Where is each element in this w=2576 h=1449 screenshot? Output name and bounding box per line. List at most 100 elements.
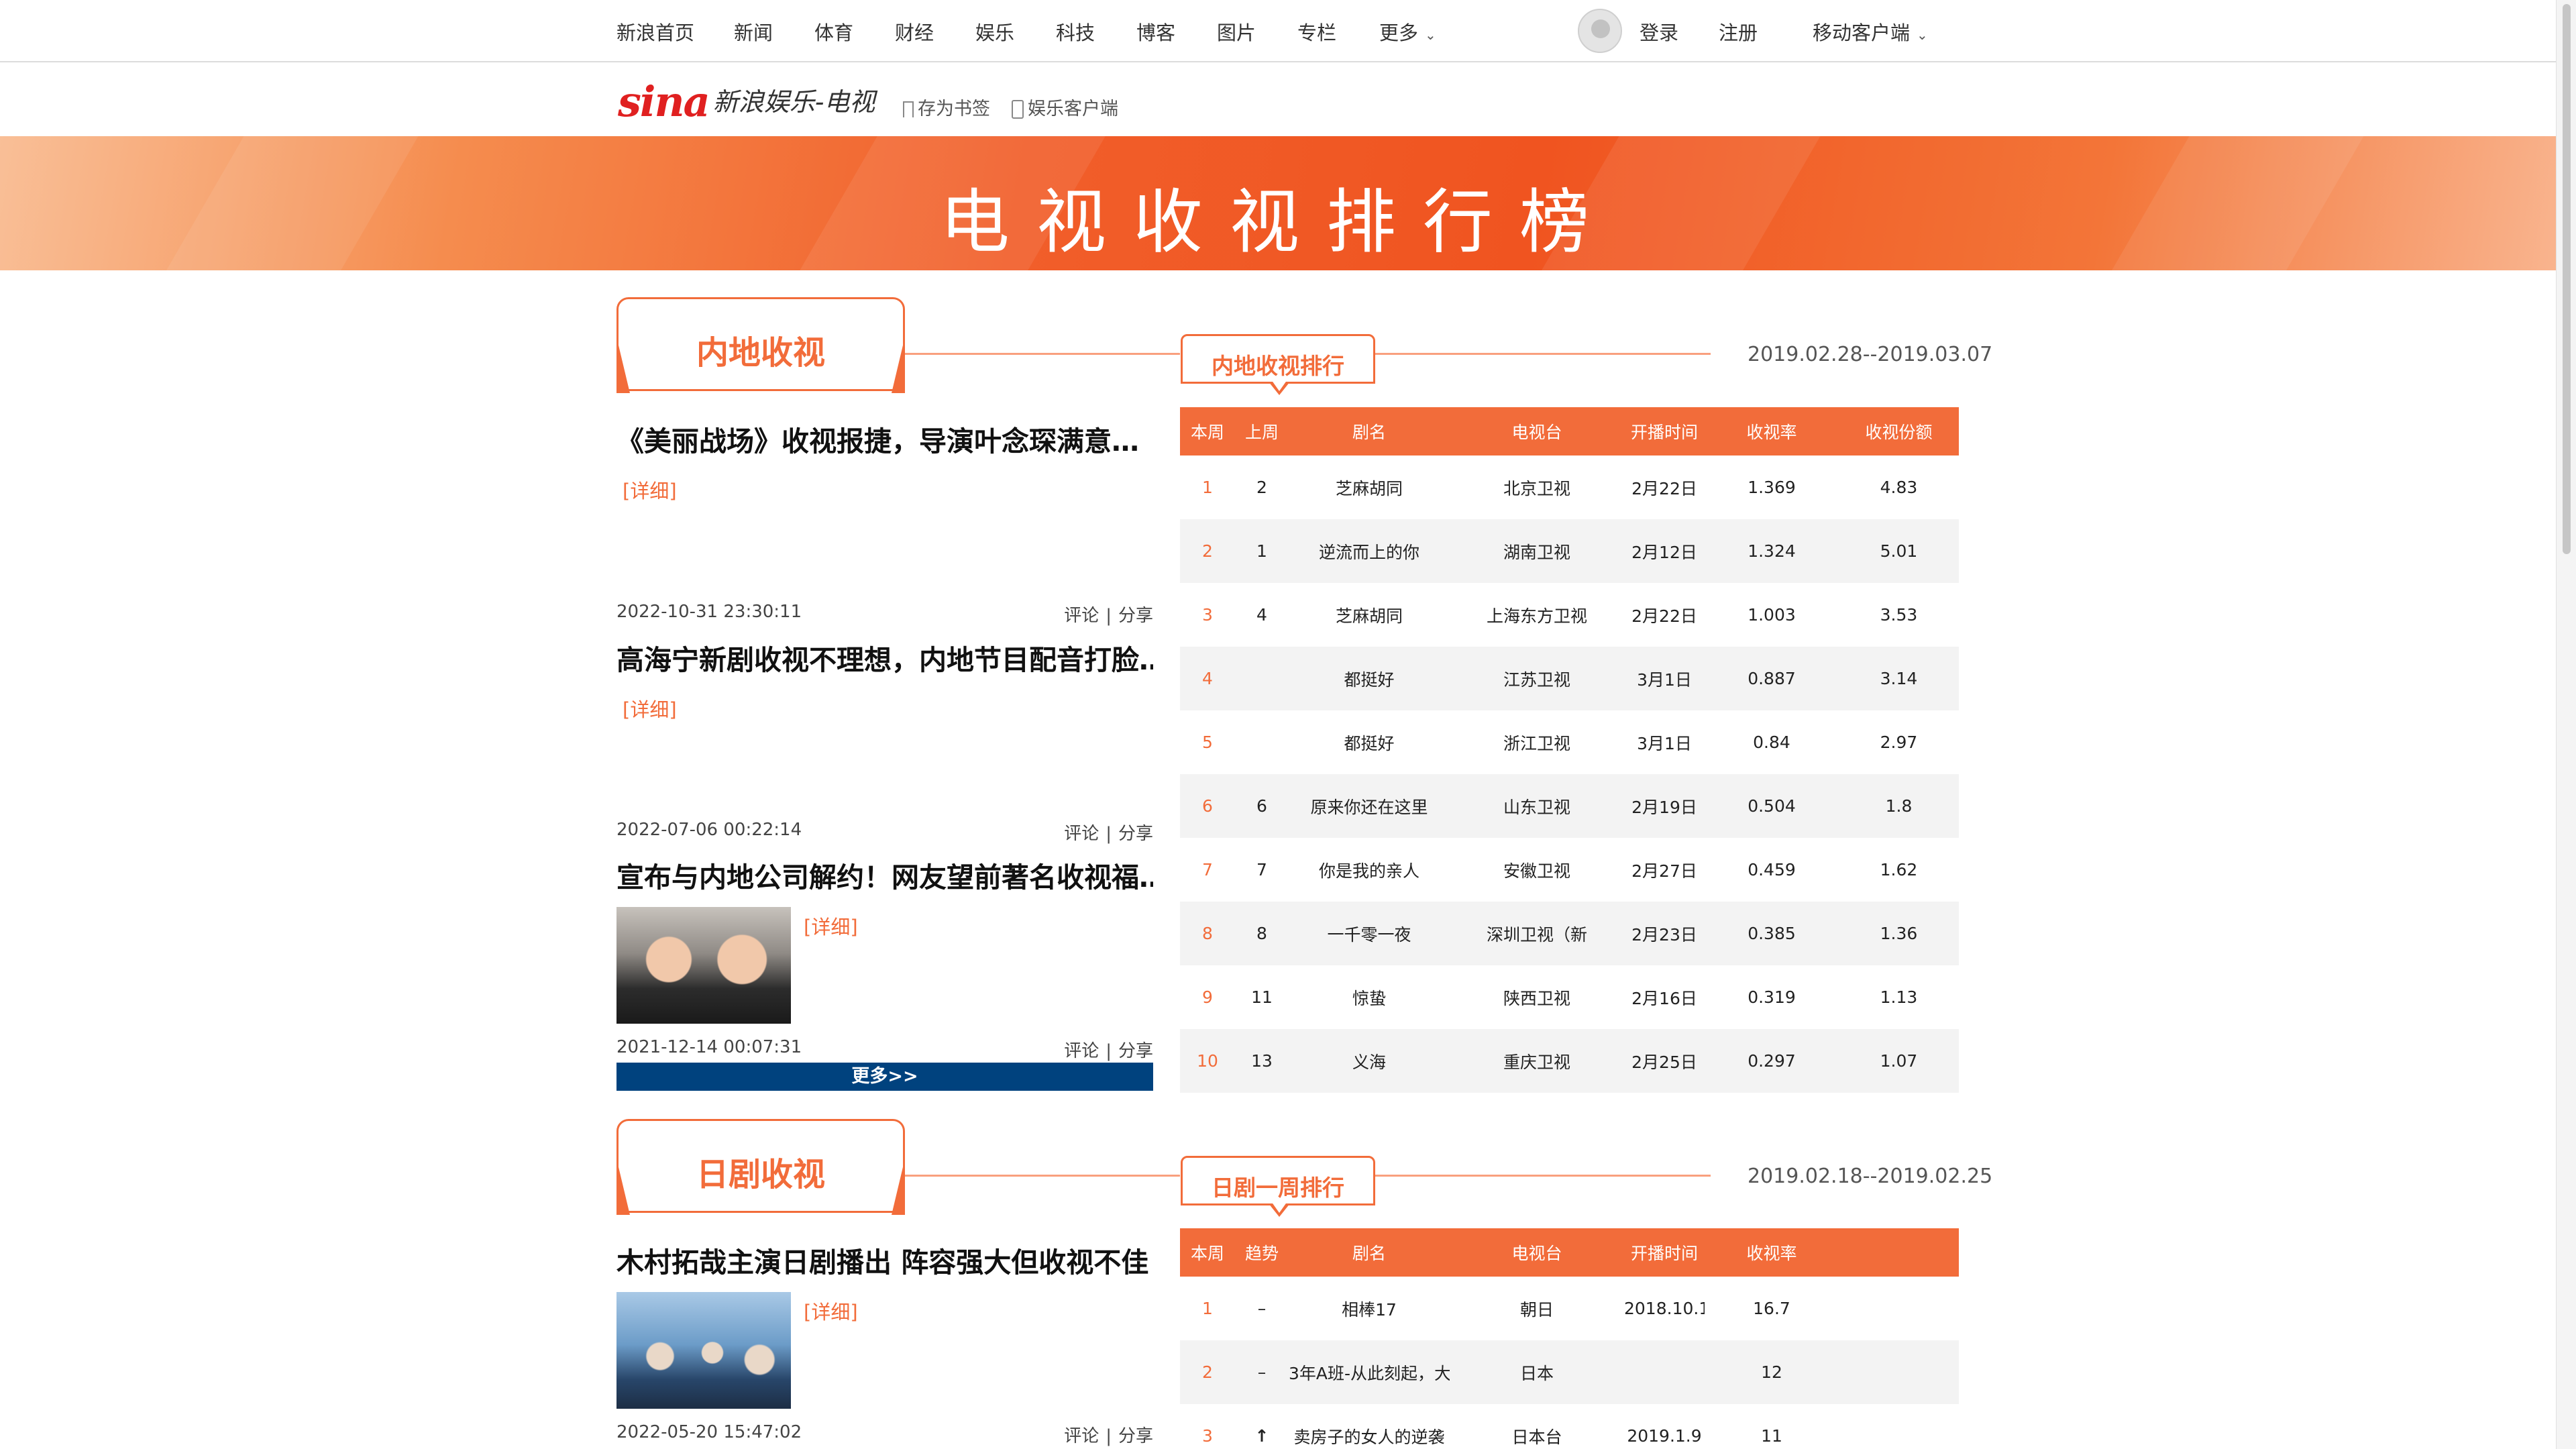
nav-ent[interactable]: 娱乐: [975, 17, 1014, 46]
cell-channel: 日本: [1450, 1340, 1624, 1404]
cell-share: 1.13: [1880, 987, 1918, 1007]
cell-share: 1.8: [1839, 774, 1959, 838]
news-thumbnail[interactable]: [616, 1292, 791, 1409]
table-row: 3 4 芝麻胡同 上海东方卫视 2月22日 1.003 3.53: [1180, 583, 1959, 647]
cell-rank: 4: [1180, 647, 1235, 710]
sina-logo[interactable]: sina 新浪娱乐-电视: [618, 77, 875, 126]
cell-start: 2月19日: [1624, 774, 1705, 838]
nav-blog[interactable]: 博客: [1136, 17, 1175, 46]
cell-channel: 重庆卫视: [1450, 1029, 1624, 1093]
nav-sports[interactable]: 体育: [814, 17, 853, 46]
comment-link[interactable]: 评论: [1064, 1426, 1099, 1446]
cell-last-week: 13: [1235, 1029, 1289, 1093]
cell-last-week: 4: [1256, 605, 1267, 625]
nav-column[interactable]: 专栏: [1297, 17, 1336, 46]
cell-last-week: 11: [1251, 987, 1273, 1007]
cell-show[interactable]: 都挺好: [1289, 710, 1450, 774]
news-title[interactable]: 《美丽战场》收视报捷，导演叶念琛满意…: [616, 419, 1153, 459]
cell-channel: 北京卫视: [1503, 478, 1570, 498]
news-time: 2022-05-20 15:47:02: [616, 1422, 802, 1442]
ent-client-label: 娱乐客户端: [1028, 99, 1118, 119]
nav-photo[interactable]: 图片: [1217, 17, 1256, 46]
more-button[interactable]: 更多>>: [616, 1063, 1153, 1091]
cell-show[interactable]: 芝麻胡同: [1289, 583, 1450, 647]
cell-start: [1624, 1340, 1705, 1404]
rank-tab-japan[interactable]: 日剧一周排行: [1181, 1156, 1375, 1217]
cell-channel: 陕西卫视: [1503, 988, 1570, 1008]
comment-link[interactable]: 评论: [1064, 1041, 1099, 1061]
cell-start: 2月22日: [1631, 478, 1697, 498]
cell-rating: 16.7: [1753, 1299, 1790, 1318]
scrollbar-thumb[interactable]: [2563, 4, 2571, 554]
cell-start: 2月22日: [1631, 606, 1697, 626]
bookmark-link[interactable]: 存为书签: [903, 94, 990, 120]
comment-link[interactable]: 评论: [1064, 824, 1099, 844]
cell-rating: 0.887: [1705, 647, 1839, 710]
cell-show[interactable]: 相棒17: [1289, 1277, 1450, 1340]
rank-tab-mainland[interactable]: 内地收视排行: [1181, 334, 1375, 395]
cell-share: 3.53: [1880, 605, 1918, 625]
cell-show[interactable]: 3年A班-从此刻起，大家…: [1289, 1340, 1450, 1404]
cell-show[interactable]: 卖房子的女人的逆袭: [1289, 1404, 1450, 1449]
col-header: 趋势: [1235, 1228, 1289, 1277]
share-link[interactable]: 分享: [1118, 1041, 1153, 1061]
cell-rating: 12: [1705, 1340, 1839, 1404]
col-header: 电视台: [1450, 407, 1624, 455]
cell-channel: 上海东方卫视: [1486, 606, 1587, 626]
comment-link[interactable]: 评论: [1064, 606, 1099, 626]
cell-show[interactable]: 都挺好: [1289, 647, 1450, 710]
cell-start: 3月1日: [1637, 733, 1692, 753]
register-link[interactable]: 注册: [1719, 17, 1758, 46]
separator: |: [1106, 1041, 1112, 1061]
cell-rank: 1: [1202, 1299, 1213, 1318]
cell-start: 2月23日: [1624, 902, 1705, 965]
login-link[interactable]: 登录: [1640, 17, 1678, 46]
nav-news[interactable]: 新闻: [734, 17, 773, 46]
cell-show[interactable]: 逆流而上的你: [1289, 519, 1450, 583]
channel-name: 新浪娱乐-电视: [712, 87, 875, 117]
cell-rating: 11: [1761, 1426, 1782, 1446]
nav-tech[interactable]: 科技: [1056, 17, 1095, 46]
table-row: 5 都挺好 浙江卫视 3月1日 0.84 2.97: [1180, 710, 1959, 774]
nav-more[interactable]: 更多 ⌄: [1379, 17, 1436, 46]
divider: [905, 1175, 1180, 1177]
share-link[interactable]: 分享: [1118, 1426, 1153, 1446]
news-meta: 2022-07-06 00:22:14 评论 | 分享: [616, 820, 1153, 844]
detail-link[interactable]: [详细]: [623, 694, 677, 722]
news-title[interactable]: 木村拓哉主演日剧播出 阵容强大但收视不佳: [616, 1240, 1153, 1280]
bookmark-icon: [903, 101, 914, 117]
nav-sina-home[interactable]: 新浪首页: [616, 17, 694, 46]
section-tab-japan[interactable]: 日剧收视: [616, 1119, 905, 1213]
nav-finance[interactable]: 财经: [895, 17, 934, 46]
news-time: 2022-10-31 23:30:11: [616, 602, 802, 622]
news-title[interactable]: 高海宁新剧收视不理想，内地节目配音打脸…: [616, 637, 1153, 678]
cell-rating: 0.385: [1705, 902, 1839, 965]
avatar[interactable]: [1578, 9, 1622, 53]
news-thumbnail[interactable]: [616, 907, 791, 1024]
cell-show[interactable]: 一千零一夜: [1289, 902, 1450, 965]
cell-show[interactable]: 原来你还在这里: [1289, 774, 1450, 838]
share-link[interactable]: 分享: [1118, 824, 1153, 844]
date-range: 2019.02.28--2019.03.07: [1748, 343, 1993, 366]
ent-client-link[interactable]: 娱乐客户端: [1012, 94, 1118, 120]
mobile-client-menu[interactable]: 移动客户端 ⌄: [1813, 17, 1928, 46]
page-scrollbar[interactable]: [2556, 0, 2576, 1449]
cell-share: 3.14: [1839, 647, 1959, 710]
cell-show[interactable]: 你是我的亲人: [1289, 838, 1450, 902]
section-tab-mainland[interactable]: 内地收视: [616, 297, 905, 391]
news-title[interactable]: 宣布与内地公司解约！网友望前著名收视福…: [616, 855, 1153, 895]
detail-link[interactable]: [详细]: [804, 912, 858, 940]
cell-last-week: [1235, 710, 1289, 774]
share-link[interactable]: 分享: [1118, 606, 1153, 626]
cell-show[interactable]: 惊蛰: [1289, 965, 1450, 1029]
cell-show[interactable]: 义海: [1289, 1029, 1450, 1093]
cell-channel: 山东卫视: [1450, 774, 1624, 838]
cell-start: 2月25日: [1624, 1029, 1705, 1093]
news-time: 2022-07-06 00:22:14: [616, 820, 802, 840]
cell-share: 2.97: [1880, 733, 1918, 752]
detail-link[interactable]: [详细]: [623, 476, 677, 504]
cell-last-week: 6: [1235, 774, 1289, 838]
separator: |: [1106, 824, 1112, 844]
detail-link[interactable]: [详细]: [804, 1297, 858, 1325]
cell-show[interactable]: 芝麻胡同: [1289, 455, 1450, 519]
